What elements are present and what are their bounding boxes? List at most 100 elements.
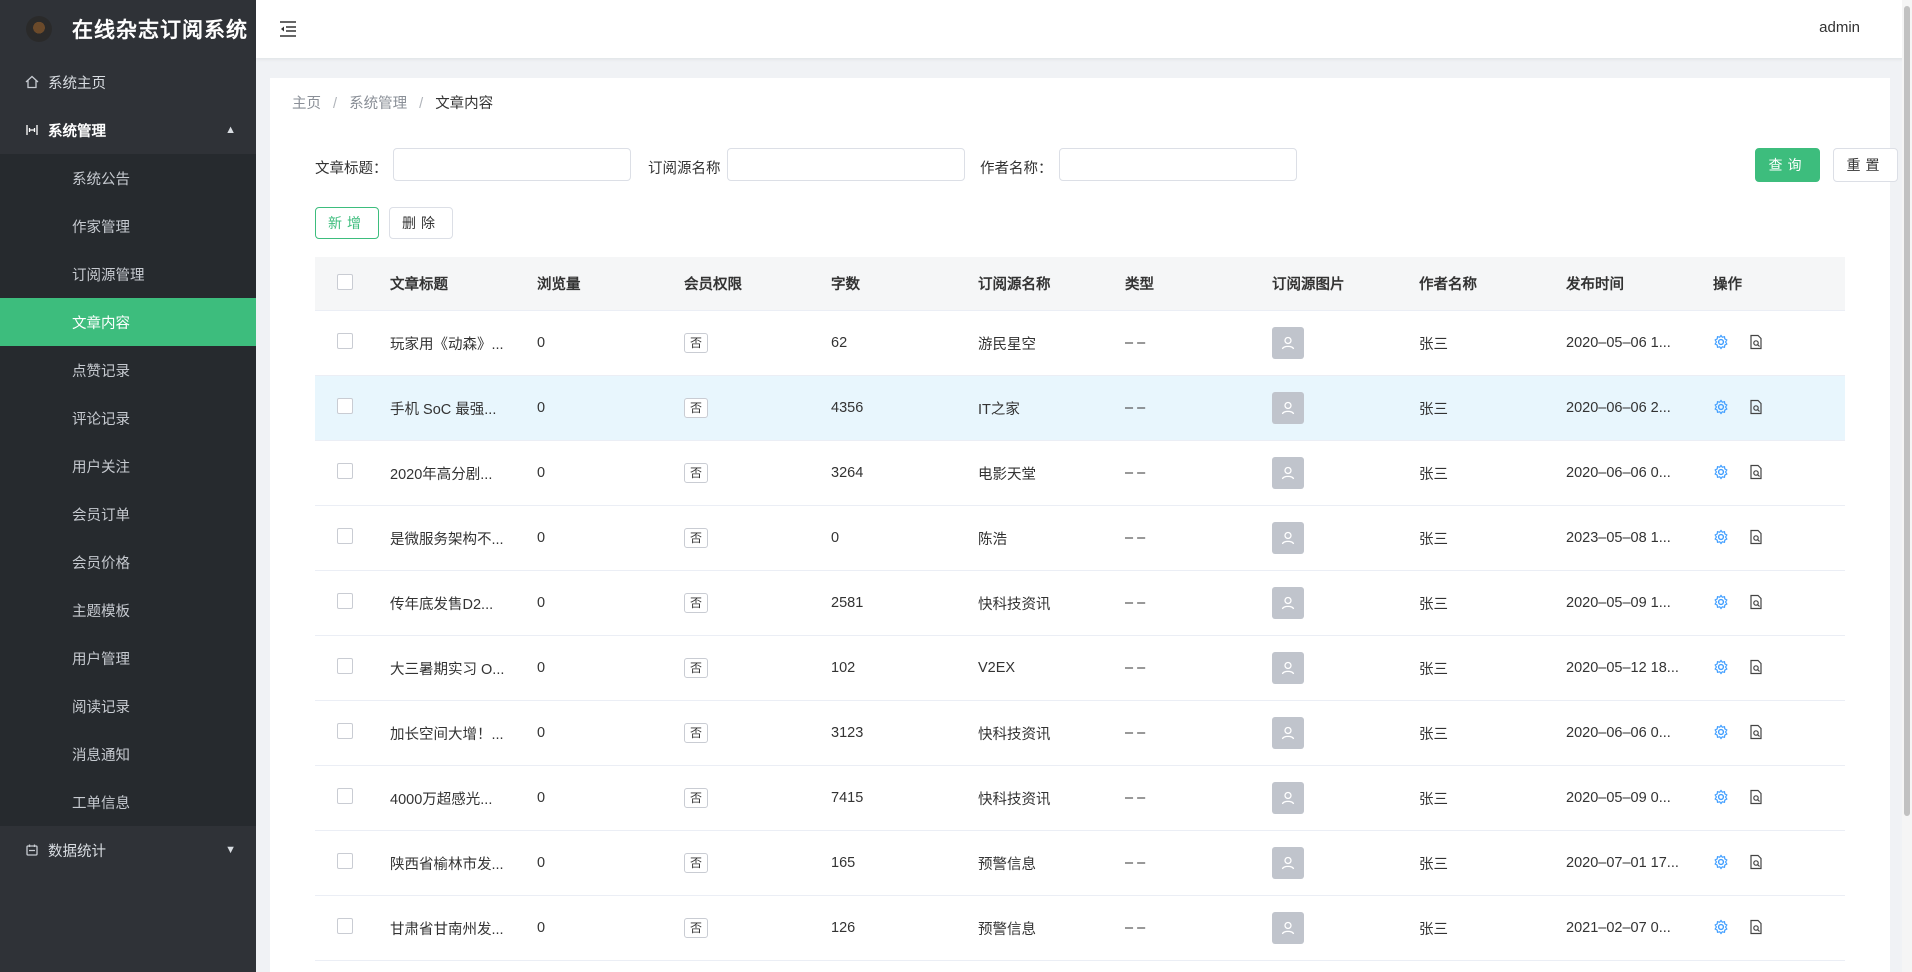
row-checkbox[interactable]: [337, 853, 353, 869]
table-row[interactable]: 传年底发售D2... 0 否 2581 快科技资讯 – – 张三 2020–05…: [315, 571, 1845, 636]
row-checkbox[interactable]: [337, 463, 353, 479]
title-input[interactable]: [393, 148, 631, 181]
sidebar-item-prices[interactable]: 会员价格: [0, 538, 256, 586]
vip-tag: 否: [684, 333, 709, 353]
publish-time: 2020–05–06 1...: [1566, 335, 1671, 351]
edit-settings-icon[interactable]: [1713, 399, 1731, 417]
vip-cell: 否: [684, 528, 831, 548]
sidebar-item-notice[interactable]: 系统公告: [0, 154, 256, 202]
view-details-icon[interactable]: [1748, 594, 1766, 612]
author-input[interactable]: [1059, 148, 1297, 181]
user-name[interactable]: admin: [1819, 19, 1860, 36]
row-select-cell: [315, 398, 390, 418]
column-header: 作者名称: [1419, 277, 1477, 293]
table-row[interactable]: 大三暑期实习 O... 0 否 102 V2EX – – 张三 2020–05–…: [315, 636, 1845, 701]
edit-settings-icon[interactable]: [1713, 724, 1731, 742]
sidebar-item-writers[interactable]: 作家管理: [0, 202, 256, 250]
word-count: 62: [831, 335, 848, 351]
row-actions: [1713, 854, 1843, 872]
row-actions: [1713, 399, 1843, 417]
select-all-checkbox[interactable]: [337, 273, 353, 290]
article-title: 是微服务架构不...: [390, 531, 504, 548]
row-checkbox[interactable]: [337, 398, 353, 414]
vip-cell: 否: [684, 398, 831, 418]
add-button[interactable]: 新增: [315, 207, 379, 239]
source-input[interactable]: [727, 148, 965, 181]
row-checkbox[interactable]: [337, 593, 353, 609]
publish-time: 2021–02–07 0...: [1566, 920, 1671, 936]
sidebar-item-tickets[interactable]: 工单信息: [0, 778, 256, 826]
query-button[interactable]: 查询: [1755, 148, 1820, 182]
view-details-icon[interactable]: [1748, 529, 1766, 547]
edit-settings-icon[interactable]: [1713, 594, 1731, 612]
search-form: 文章标题： 订阅源名称 作者名称： 查询 重置: [315, 148, 1898, 182]
row-checkbox[interactable]: [337, 918, 353, 934]
sidebar-item-stats[interactable]: 数据统计 ▼: [0, 826, 256, 874]
row-select-cell: [315, 463, 390, 483]
table-row[interactable]: 玩家用《动森》... 0 否 62 游民星空 – – 张三 2020–05–06…: [315, 311, 1845, 376]
sidebar-item-likes[interactable]: 点赞记录: [0, 346, 256, 394]
sidebar-item-themes[interactable]: 主题模板: [0, 586, 256, 634]
author-name: 张三: [1419, 596, 1448, 613]
source-name: 快科技资讯: [978, 726, 1051, 743]
view-details-icon[interactable]: [1748, 789, 1766, 807]
table-row[interactable]: 2020年高分剧... 0 否 3264 电影天堂 – – 张三 2020–06…: [315, 441, 1845, 506]
sidebar-item-system[interactable]: 系统管理 ▲: [0, 106, 256, 154]
delete-button[interactable]: 删除: [389, 207, 453, 239]
table-row[interactable]: 4000万超感光... 0 否 7415 快科技资讯 – – 张三 2020–0…: [315, 766, 1845, 831]
row-select-cell: [315, 528, 390, 548]
view-details-icon[interactable]: [1748, 659, 1766, 677]
breadcrumb-home[interactable]: 主页: [292, 96, 321, 112]
view-count: 0: [537, 400, 546, 416]
row-checkbox[interactable]: [337, 528, 353, 544]
table-row[interactable]: 是微服务架构不... 0 否 0 陈浩 – – 张三 2023–05–08 1.…: [315, 506, 1845, 571]
sidebar-item-home[interactable]: 系统主页: [0, 58, 256, 106]
scrollbar-thumb[interactable]: [1904, 6, 1910, 816]
edit-settings-icon[interactable]: [1713, 464, 1731, 482]
edit-settings-icon[interactable]: [1713, 854, 1731, 872]
row-checkbox[interactable]: [337, 658, 353, 674]
scrollbar[interactable]: [1902, 0, 1912, 972]
sidebar-item-reading[interactable]: 阅读记录: [0, 682, 256, 730]
sidebar-item-users[interactable]: 用户管理: [0, 634, 256, 682]
sidebar-item-follows[interactable]: 用户关注: [0, 442, 256, 490]
edit-settings-icon[interactable]: [1713, 919, 1731, 937]
source-name: 陈浩: [978, 531, 1007, 548]
sidebar-item-sources[interactable]: 订阅源管理: [0, 250, 256, 298]
table-row[interactable]: 陕西省榆林市发... 0 否 165 预警信息 – – 张三 2020–07–0…: [315, 831, 1845, 896]
sidebar-item-messages[interactable]: 消息通知: [0, 730, 256, 778]
row-checkbox[interactable]: [337, 723, 353, 739]
sidebar-item-comments[interactable]: 评论记录: [0, 394, 256, 442]
chart-icon: [24, 842, 40, 858]
article-type: – –: [1125, 335, 1146, 351]
user-placeholder-icon: [1272, 717, 1304, 749]
source-name: 游民星空: [978, 336, 1036, 353]
row-actions: [1713, 464, 1843, 482]
row-checkbox[interactable]: [337, 788, 353, 804]
view-details-icon[interactable]: [1748, 919, 1766, 937]
table-row[interactable]: 手机 SoC 最强... 0 否 4356 IT之家 – – 张三 2020–0…: [315, 376, 1845, 441]
menu-toggle-icon[interactable]: [278, 19, 298, 39]
view-details-icon[interactable]: [1748, 334, 1766, 352]
article-type: – –: [1125, 595, 1146, 611]
user-placeholder-icon: [1272, 652, 1304, 684]
column-header: 操作: [1713, 277, 1742, 293]
reset-button[interactable]: 重置: [1833, 148, 1898, 182]
table-row[interactable]: 加长空间大增！... 0 否 3123 快科技资讯 – – 张三 2020–06…: [315, 701, 1845, 766]
view-details-icon[interactable]: [1748, 464, 1766, 482]
edit-settings-icon[interactable]: [1713, 529, 1731, 547]
breadcrumb-parent[interactable]: 系统管理: [349, 96, 407, 112]
sidebar-item-articles[interactable]: 文章内容: [0, 298, 256, 346]
table-row[interactable]: 甘肃省甘南州发... 0 否 126 预警信息 – – 张三 2021–02–0…: [315, 896, 1845, 961]
sidebar-item-orders[interactable]: 会员订单: [0, 490, 256, 538]
view-details-icon[interactable]: [1748, 399, 1766, 417]
breadcrumb-separator: /: [333, 96, 338, 112]
row-checkbox[interactable]: [337, 333, 353, 349]
edit-settings-icon[interactable]: [1713, 659, 1731, 677]
view-details-icon[interactable]: [1748, 724, 1766, 742]
table-body: 玩家用《动森》... 0 否 62 游民星空 – – 张三 2020–05–06…: [315, 311, 1845, 961]
word-count: 126: [831, 920, 856, 936]
view-details-icon[interactable]: [1748, 854, 1766, 872]
edit-settings-icon[interactable]: [1713, 334, 1731, 352]
edit-settings-icon[interactable]: [1713, 789, 1731, 807]
